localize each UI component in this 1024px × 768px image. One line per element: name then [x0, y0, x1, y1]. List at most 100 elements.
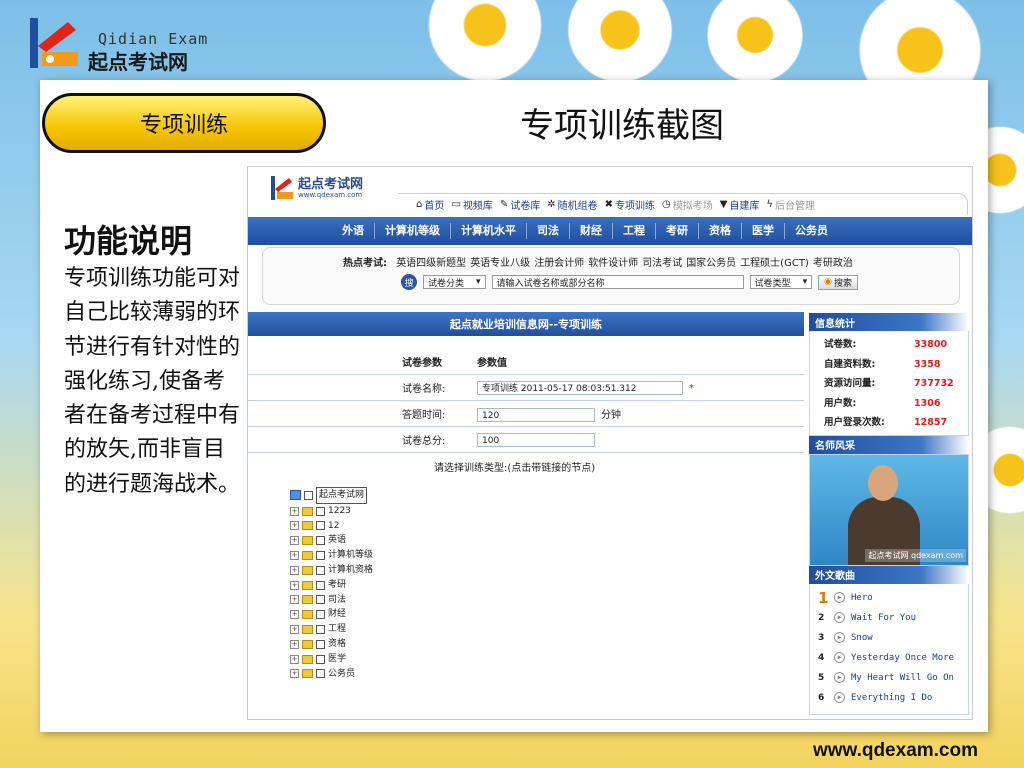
tree-node-label: 英语	[328, 535, 347, 546]
menu-item[interactable]: 司法	[526, 223, 569, 239]
tree-checkbox[interactable]	[316, 580, 325, 590]
brand-chinese: 起点考试网	[88, 50, 188, 74]
tree-node[interactable]: + 计算机等级	[290, 548, 373, 563]
play-icon[interactable]: ▶	[834, 652, 845, 663]
hot-exam-link[interactable]: 工程硕士(GCT)	[740, 258, 809, 269]
menu-item[interactable]: 财经	[569, 223, 612, 239]
gear-icon: ✲	[547, 199, 556, 210]
search-input[interactable]: 请输入试卷名称或部分名称	[491, 275, 744, 289]
tree-node[interactable]: + 工程	[290, 622, 373, 637]
tree-checkbox[interactable]	[316, 610, 325, 620]
category-menu: 外语 计算机等级 计算机水平 司法 财经 工程 考研 资格 医学 公务员	[248, 217, 972, 245]
folder-icon	[302, 639, 313, 649]
menu-item[interactable]: 外语	[332, 223, 374, 239]
tree-node[interactable]: + 考研	[290, 578, 373, 593]
song-item[interactable]: 1 ▶ Hero	[818, 588, 968, 608]
search-button[interactable]: ◉ 搜索	[818, 274, 858, 290]
expand-icon[interactable]: +	[290, 625, 299, 635]
tree-checkbox[interactable]	[316, 625, 325, 635]
hot-exam-link[interactable]: 英语四级新题型	[396, 258, 466, 269]
expand-icon[interactable]: +	[290, 551, 299, 561]
song-item[interactable]: 2 ▶ Wait For You	[818, 608, 968, 628]
expand-icon[interactable]: +	[290, 521, 299, 531]
stats-panel: 试卷数: 33800 自建资料数: 3358 资源访问量: 737732 用户数: 1306 用…	[809, 331, 969, 436]
play-icon[interactable]: ▶	[834, 632, 845, 643]
expand-icon[interactable]: +	[290, 654, 299, 664]
tools-icon: ✖	[604, 199, 613, 210]
nav-item[interactable]: ✖ 专项训练	[605, 197, 655, 212]
menu-item[interactable]: 公务员	[784, 223, 838, 239]
answer-time-input[interactable]: 120	[477, 407, 595, 422]
play-icon[interactable]: ▶	[834, 672, 845, 683]
menu-item[interactable]: 工程	[612, 223, 655, 239]
nav-item[interactable]: ϟ 后台管理	[766, 197, 815, 212]
paper-name-input[interactable]: 专项训练 2011-05-17 08:03:51.312	[477, 380, 683, 395]
nav-item[interactable]: ✲ 随机组卷	[547, 197, 597, 212]
total-score-input[interactable]: 100	[477, 432, 595, 447]
tree-root[interactable]: 起点考试网	[290, 487, 373, 504]
tree-checkbox[interactable]	[316, 536, 325, 546]
tree-node[interactable]: + 资格	[290, 637, 373, 652]
song-rank: 6	[818, 692, 825, 703]
expand-icon[interactable]: +	[290, 536, 299, 546]
expand-icon[interactable]: +	[290, 595, 299, 605]
tree-checkbox[interactable]	[316, 639, 325, 649]
song-title: Hero	[851, 592, 873, 603]
play-icon[interactable]: ▶	[834, 612, 845, 623]
expand-icon[interactable]: +	[290, 669, 299, 679]
nav-item-label: 首页	[424, 201, 445, 212]
required-mark: *	[689, 382, 694, 394]
tree-node[interactable]: + 英语	[290, 533, 373, 548]
song-item[interactable]: 4 ▶ Yesterday Once More	[818, 648, 968, 668]
nav-item[interactable]: ▼ 自建库	[720, 197, 760, 212]
tree-checkbox[interactable]	[316, 506, 325, 516]
tree-checkbox[interactable]	[316, 521, 325, 531]
tree-checkbox[interactable]	[316, 669, 325, 679]
tree-checkbox[interactable]	[316, 595, 325, 605]
tree-node[interactable]: +12	[290, 519, 373, 534]
expand-icon[interactable]: +	[290, 580, 299, 590]
menu-item[interactable]: 考研	[655, 223, 698, 239]
menu-item[interactable]: 计算机水平	[450, 223, 526, 239]
nav-item[interactable]: ▭ 视频库	[451, 197, 492, 212]
tree-node[interactable]: + 公务员	[290, 667, 373, 682]
expand-icon[interactable]: +	[290, 610, 299, 620]
category-select-value: 试卷分类	[428, 278, 465, 289]
play-icon[interactable]: ▶	[834, 592, 845, 603]
menu-item[interactable]: 计算机等级	[374, 223, 450, 239]
tree-node[interactable]: +1223	[290, 504, 373, 519]
hot-exam-link[interactable]: 注册会计师	[534, 258, 584, 269]
nav-item[interactable]: ⌂ 首页	[416, 197, 444, 212]
hot-exam-link[interactable]: 国家公务员	[686, 258, 736, 269]
expand-icon[interactable]: +	[290, 565, 299, 575]
tree-node[interactable]: + 计算机资格	[290, 563, 373, 578]
tree-node[interactable]: + 财经	[290, 607, 373, 622]
song-item[interactable]: 5 ▶ My Heart Will Go On	[818, 668, 968, 688]
expand-icon[interactable]: +	[290, 639, 299, 649]
hot-exam-link[interactable]: 软件设计师	[588, 258, 638, 269]
hot-exam-link[interactable]: 司法考试	[642, 258, 682, 269]
tree-node-label: 1223	[328, 505, 351, 516]
songs-header: 外文歌曲	[809, 565, 969, 584]
param-label: 试卷总分:	[248, 426, 476, 453]
tree-checkbox[interactable]	[316, 654, 325, 664]
expand-icon[interactable]: +	[290, 506, 299, 516]
stat-label: 用户数:	[824, 397, 857, 409]
tree-checkbox[interactable]	[316, 565, 325, 575]
song-item[interactable]: 6 ▶ Everything I Do	[818, 688, 968, 708]
folder-icon	[302, 521, 313, 531]
play-icon[interactable]: ▶	[834, 692, 845, 703]
tree-node[interactable]: + 医学	[290, 652, 373, 667]
song-item[interactable]: 3 ▶ Snow	[818, 628, 968, 648]
menu-item[interactable]: 医学	[741, 223, 784, 239]
tree-checkbox[interactable]	[304, 490, 313, 500]
hot-exam-link[interactable]: 考研政治	[813, 258, 853, 269]
menu-item[interactable]: 资格	[698, 223, 741, 239]
tree-checkbox[interactable]	[316, 551, 325, 561]
tree-node[interactable]: + 司法	[290, 593, 373, 608]
category-select[interactable]: 试卷分类 ▾	[423, 275, 486, 289]
hot-exam-link[interactable]: 英语专业八级	[470, 258, 530, 269]
nav-item[interactable]: ✎ 试卷库	[500, 197, 540, 212]
type-select[interactable]: 试卷类型 ▾	[749, 275, 813, 289]
nav-item[interactable]: ◷ 模拟考场	[662, 197, 713, 212]
